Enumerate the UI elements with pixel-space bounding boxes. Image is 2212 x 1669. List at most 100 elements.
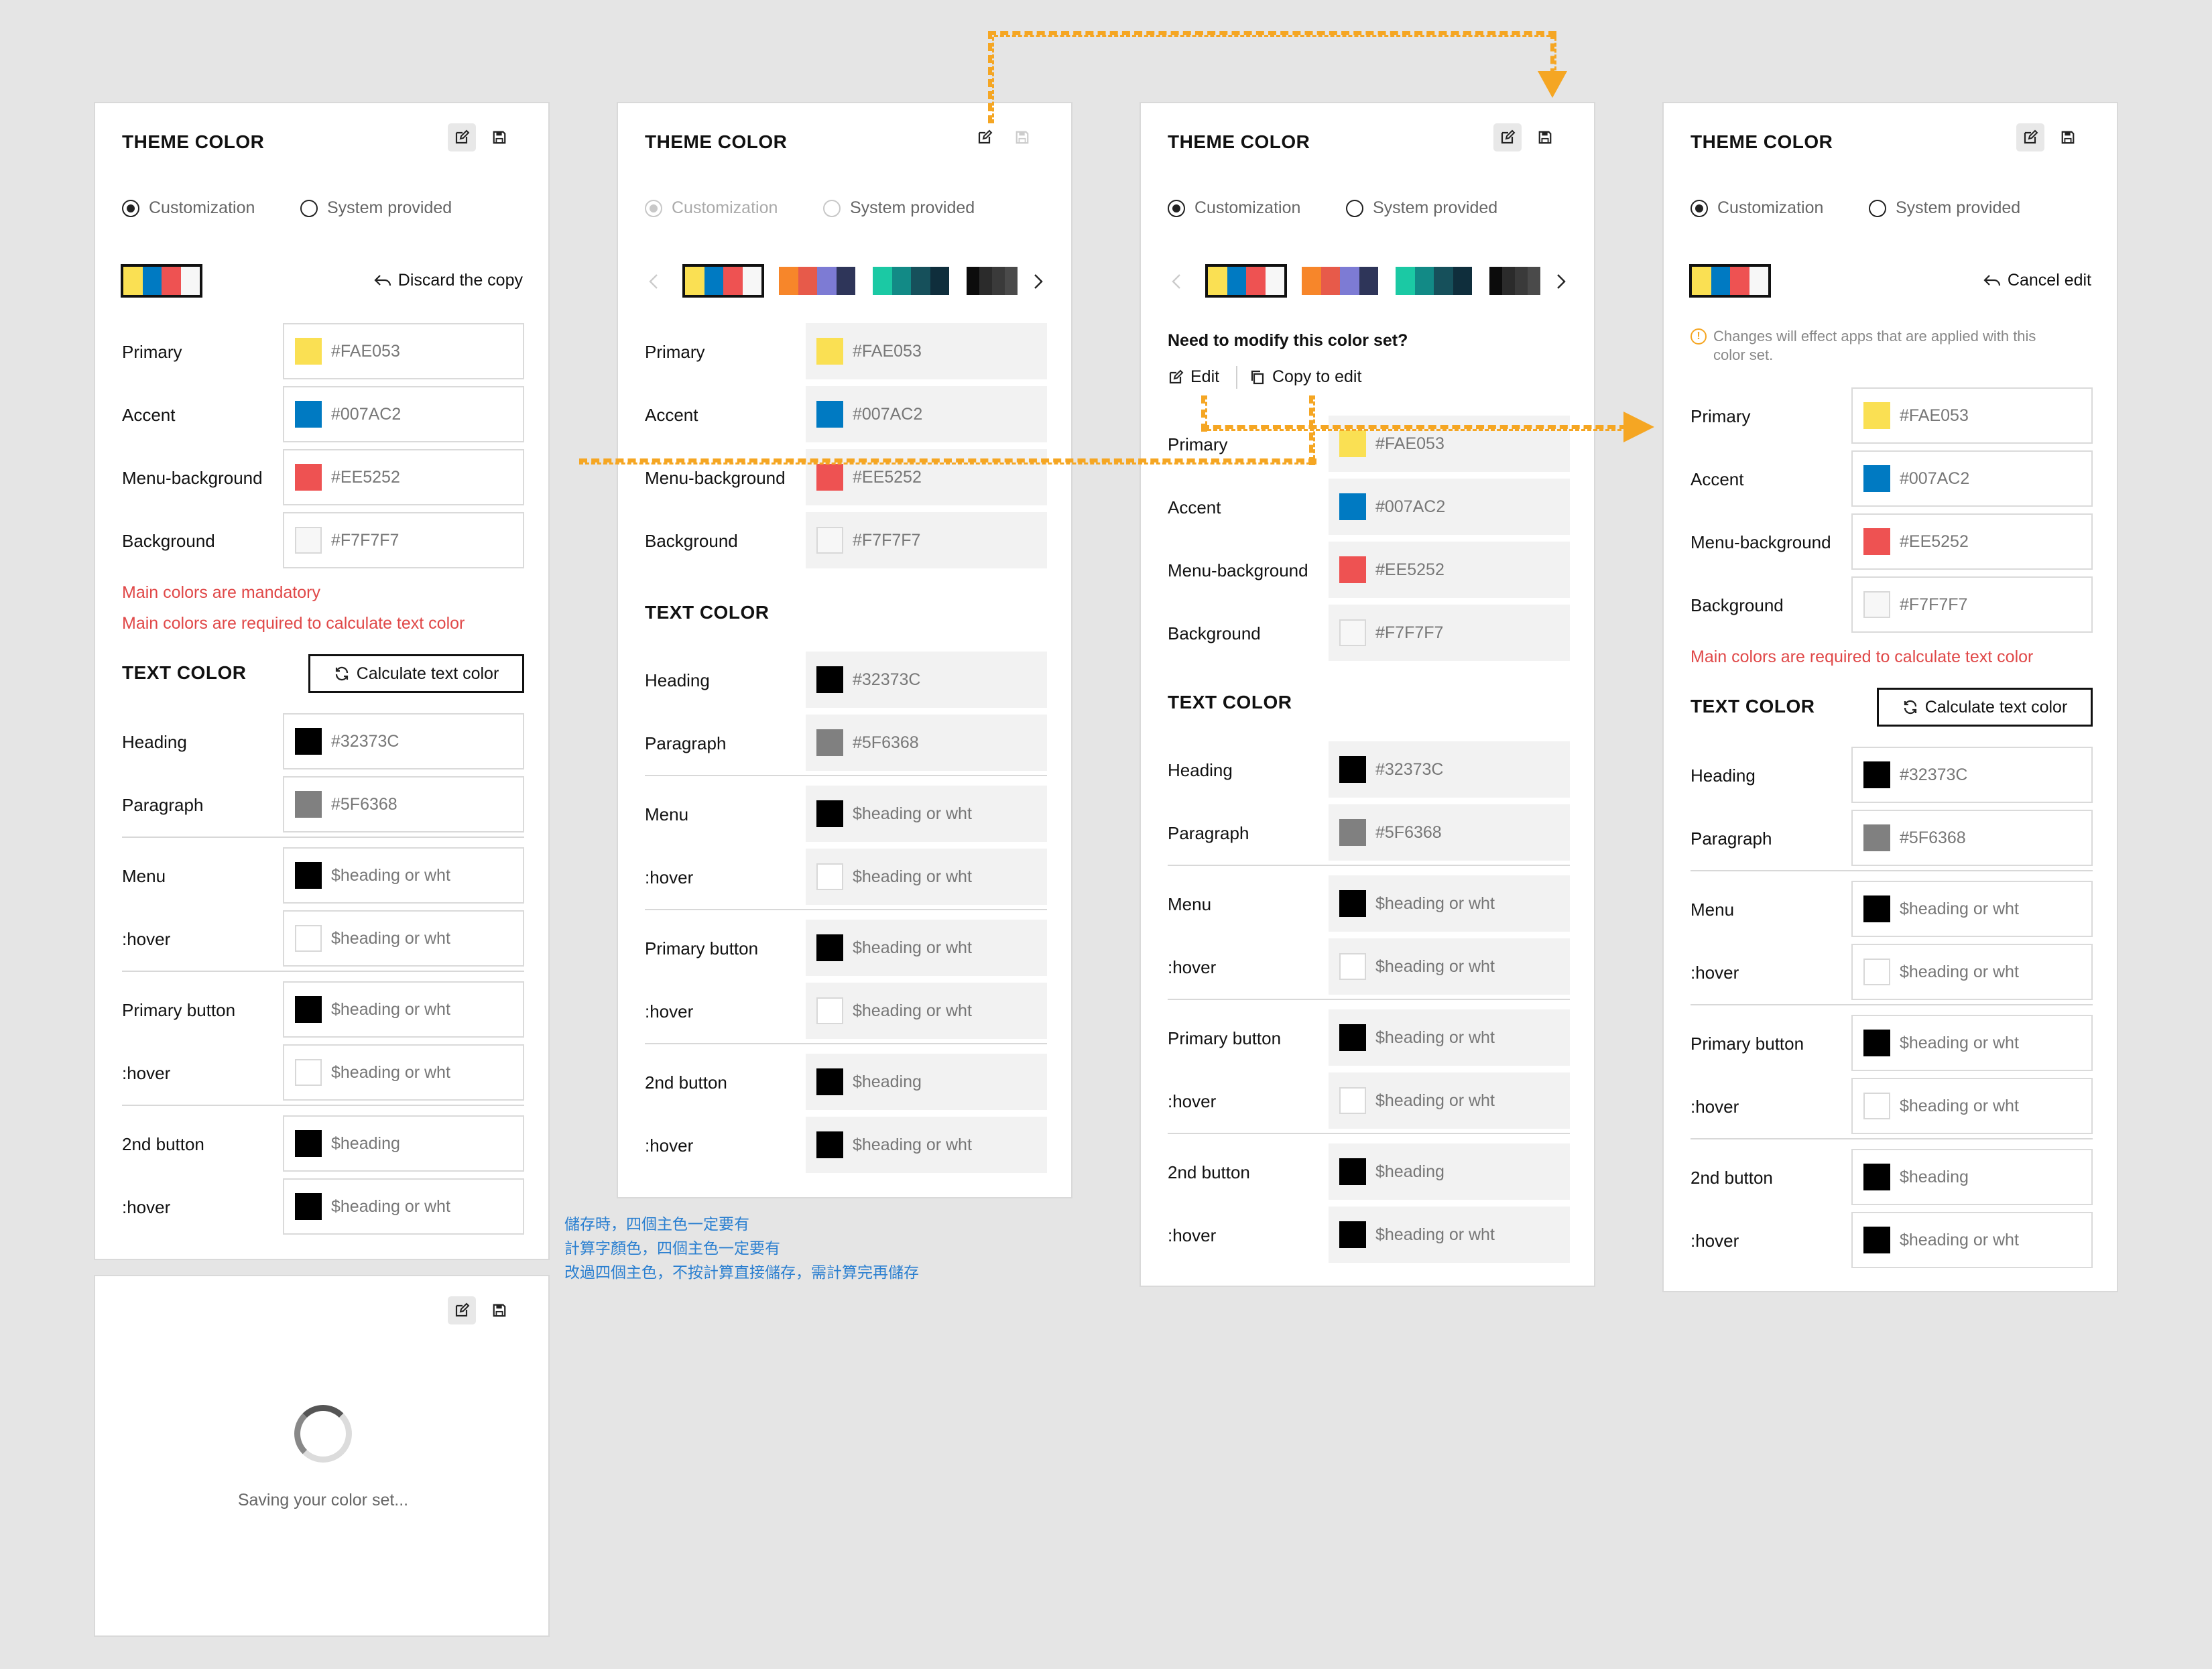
color-swatch[interactable] bbox=[295, 401, 322, 428]
color-field[interactable]: #F7F7F7 bbox=[283, 512, 524, 568]
color-field[interactable]: $heading or wht bbox=[283, 910, 524, 967]
chevron-left-icon[interactable] bbox=[643, 268, 664, 295]
radio-system-provided[interactable]: System provided bbox=[300, 198, 452, 218]
color-swatch[interactable] bbox=[1339, 1158, 1366, 1185]
color-swatch[interactable] bbox=[816, 464, 843, 491]
color-swatch[interactable] bbox=[295, 1059, 322, 1086]
color-swatch[interactable] bbox=[1863, 591, 1890, 618]
palette-option-3[interactable] bbox=[870, 264, 952, 298]
color-swatch[interactable] bbox=[1863, 465, 1890, 492]
color-field[interactable]: #EE5252 bbox=[1851, 513, 2093, 570]
color-field[interactable]: #FAE053 bbox=[1851, 387, 2093, 444]
edit-button[interactable] bbox=[2016, 123, 2044, 151]
color-field[interactable]: #007AC2 bbox=[1851, 450, 2093, 507]
color-swatch[interactable] bbox=[1863, 1164, 1890, 1190]
color-field[interactable]: $heading bbox=[283, 1115, 524, 1172]
chevron-right-icon[interactable] bbox=[1551, 268, 1571, 295]
color-field[interactable]: $heading or wht bbox=[1851, 944, 2093, 1000]
edit-button[interactable] bbox=[1493, 123, 1522, 151]
radio-system-provided[interactable]: System provided bbox=[1346, 198, 1497, 218]
color-swatch[interactable] bbox=[295, 527, 322, 554]
color-swatch[interactable] bbox=[295, 1130, 322, 1157]
color-swatch[interactable] bbox=[816, 729, 843, 756]
save-button[interactable] bbox=[485, 123, 513, 151]
color-swatch[interactable] bbox=[816, 338, 843, 365]
color-swatch[interactable] bbox=[295, 996, 322, 1023]
color-swatch[interactable] bbox=[1863, 761, 1890, 788]
color-swatch[interactable] bbox=[1863, 959, 1890, 985]
copy-to-edit-link[interactable]: Copy to edit bbox=[1249, 367, 1361, 387]
color-swatch[interactable] bbox=[816, 800, 843, 827]
color-field[interactable]: #5F6368 bbox=[1851, 810, 2093, 866]
calculate-text-color-button[interactable]: Calculate text color bbox=[308, 654, 524, 693]
calculate-text-color-button[interactable]: Calculate text color bbox=[1877, 688, 2093, 727]
color-swatch[interactable] bbox=[295, 791, 322, 818]
cancel-edit-link[interactable]: Cancel edit bbox=[1983, 271, 2091, 290]
color-field[interactable]: $heading or wht bbox=[283, 981, 524, 1038]
color-swatch[interactable] bbox=[1863, 1093, 1890, 1119]
color-field[interactable]: #F7F7F7 bbox=[1851, 576, 2093, 633]
palette-option-4[interactable] bbox=[964, 264, 1020, 298]
color-field[interactable]: #007AC2 bbox=[283, 386, 524, 442]
color-swatch[interactable] bbox=[295, 338, 322, 365]
radio-customization[interactable]: Customization bbox=[645, 198, 778, 218]
color-field[interactable]: $heading or wht bbox=[283, 847, 524, 904]
color-field[interactable]: $heading or wht bbox=[1851, 1078, 2093, 1134]
color-swatch[interactable] bbox=[1339, 493, 1366, 520]
chevron-left-icon[interactable] bbox=[1166, 268, 1186, 295]
palette-option-1[interactable] bbox=[1205, 264, 1287, 298]
color-field[interactable]: $heading bbox=[1851, 1149, 2093, 1205]
palette-option-2[interactable] bbox=[1299, 264, 1381, 298]
palette-selected[interactable] bbox=[1689, 264, 1771, 298]
palette-option-4[interactable] bbox=[1487, 264, 1543, 298]
color-swatch[interactable] bbox=[295, 728, 322, 755]
color-field[interactable]: $heading or wht bbox=[1851, 1212, 2093, 1268]
color-swatch[interactable] bbox=[1863, 1030, 1890, 1056]
color-swatch[interactable] bbox=[1863, 1227, 1890, 1253]
color-swatch[interactable] bbox=[1339, 1024, 1366, 1051]
color-swatch[interactable] bbox=[816, 997, 843, 1024]
color-swatch[interactable] bbox=[816, 1068, 843, 1095]
color-swatch[interactable] bbox=[1863, 824, 1890, 851]
radio-system-provided[interactable]: System provided bbox=[1869, 198, 2020, 218]
palette-option-3[interactable] bbox=[1393, 264, 1475, 298]
palette-option-1[interactable] bbox=[682, 264, 764, 298]
discard-copy-link[interactable]: Discard the copy bbox=[374, 271, 523, 290]
color-swatch[interactable] bbox=[1339, 556, 1366, 583]
color-swatch[interactable] bbox=[1863, 895, 1890, 922]
color-swatch[interactable] bbox=[1339, 953, 1366, 980]
color-field[interactable]: $heading or wht bbox=[283, 1178, 524, 1235]
save-button[interactable] bbox=[485, 1296, 513, 1324]
edit-button[interactable] bbox=[448, 1296, 476, 1324]
color-swatch[interactable] bbox=[1339, 430, 1366, 457]
color-swatch[interactable] bbox=[1339, 756, 1366, 783]
edit-button[interactable] bbox=[971, 123, 999, 151]
radio-customization[interactable]: Customization bbox=[1691, 198, 1823, 218]
color-field[interactable]: #EE5252 bbox=[283, 449, 524, 505]
edit-button[interactable] bbox=[448, 123, 476, 151]
edit-link[interactable]: Edit bbox=[1168, 367, 1219, 387]
color-field[interactable]: $heading or wht bbox=[283, 1044, 524, 1101]
color-swatch[interactable] bbox=[295, 464, 322, 491]
color-swatch[interactable] bbox=[1339, 1087, 1366, 1114]
color-swatch[interactable] bbox=[295, 925, 322, 952]
color-swatch[interactable] bbox=[1863, 402, 1890, 429]
color-swatch[interactable] bbox=[1339, 1221, 1366, 1248]
color-swatch[interactable] bbox=[816, 527, 843, 554]
chevron-right-icon[interactable] bbox=[1028, 268, 1048, 295]
color-field[interactable]: #32373C bbox=[283, 713, 524, 769]
color-swatch[interactable] bbox=[816, 401, 843, 428]
palette-selected[interactable] bbox=[121, 264, 202, 298]
save-button[interactable] bbox=[2054, 123, 2082, 151]
color-swatch[interactable] bbox=[1339, 890, 1366, 917]
color-swatch[interactable] bbox=[1863, 528, 1890, 555]
save-button[interactable] bbox=[1531, 123, 1559, 151]
color-field[interactable]: #FAE053 bbox=[283, 323, 524, 379]
color-field[interactable]: $heading or wht bbox=[1851, 1015, 2093, 1071]
color-field[interactable]: #5F6368 bbox=[283, 776, 524, 832]
color-swatch[interactable] bbox=[816, 863, 843, 890]
color-swatch[interactable] bbox=[1339, 619, 1366, 646]
radio-customization[interactable]: Customization bbox=[122, 198, 255, 218]
color-swatch[interactable] bbox=[816, 934, 843, 961]
radio-system-provided[interactable]: System provided bbox=[823, 198, 975, 218]
